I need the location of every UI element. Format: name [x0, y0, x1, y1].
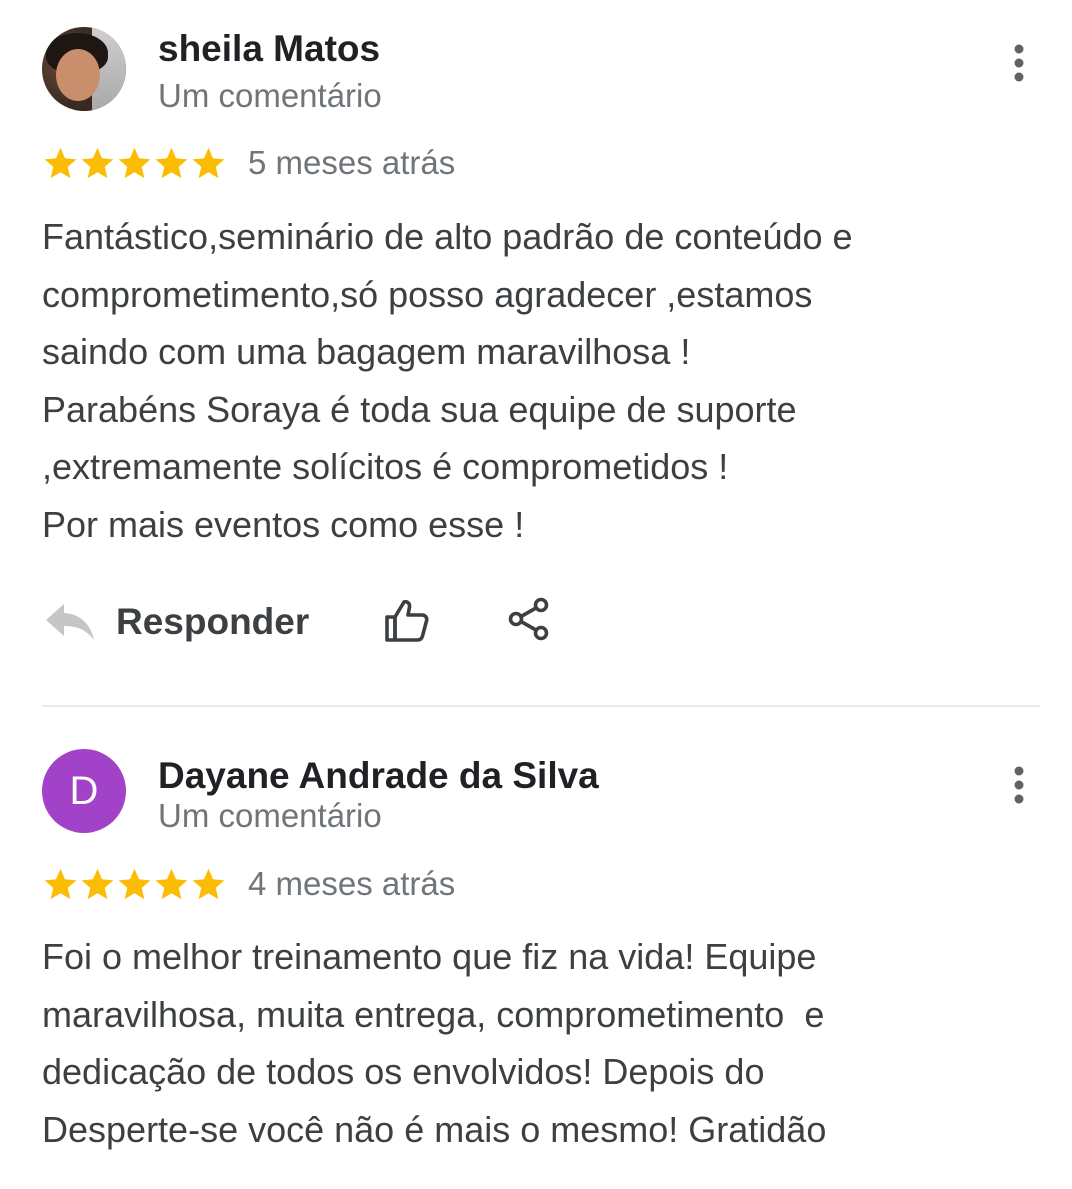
- avatar[interactable]: D: [42, 749, 126, 833]
- share-icon: [508, 597, 549, 641]
- review-text-line: Por mais eventos como esse !: [42, 503, 525, 545]
- reviewer-name[interactable]: sheila Matos: [158, 28, 380, 70]
- star-icon: [155, 147, 188, 178]
- review-time: 5 meses atrás: [248, 144, 456, 181]
- review-text-line: ,extremamente solícitos é comprometidos …: [42, 446, 729, 487]
- review-text-line: comprometimento,só posso agradecer ,esta…: [42, 273, 813, 315]
- avatar-face: [56, 49, 100, 101]
- star-icon: [118, 868, 151, 899]
- review-text-line: saindo com uma bagagem maravilhosa !: [42, 331, 691, 372]
- reply-icon: [46, 604, 94, 640]
- star-rating: [42, 866, 227, 903]
- review-actions: Responder: [42, 592, 602, 652]
- review-text: Foi o melhor treinamento que fiz na vida…: [42, 928, 1042, 1158]
- review-card: D Dayane Andrade da Silva Um comentário …: [0, 707, 1072, 1189]
- reply-button[interactable]: Responder: [42, 592, 309, 652]
- review-text: Fantástico,seminário de alto padrão de c…: [42, 208, 1042, 553]
- reviewer-name[interactable]: Dayane Andrade da Silva: [158, 755, 599, 797]
- reviewer-subtitle: Um comentário: [158, 797, 382, 834]
- review-text-line: maravilhosa, muita entrega, comprometime…: [42, 993, 825, 1035]
- like-button[interactable]: [382, 596, 432, 646]
- share-button[interactable]: [504, 594, 554, 644]
- review-text-line: Foi o melhor treinamento que fiz na vida…: [42, 936, 817, 977]
- review-text-line: Fantástico,seminário de alto padrão de c…: [42, 216, 853, 257]
- star-icon: [155, 868, 188, 899]
- star-icon: [192, 147, 225, 178]
- review-card: sheila Matos Um comentário 5 meses atrás…: [0, 0, 1072, 707]
- review-text-line: dedicação de todos os envolvidos! Depois…: [42, 1051, 765, 1092]
- rating-row: 5 meses atrás: [42, 143, 455, 183]
- reply-label: Responder: [116, 601, 310, 642]
- star-rating: [42, 145, 227, 182]
- review-time: 4 meses atrás: [248, 865, 456, 902]
- star-icon: [44, 868, 77, 899]
- more-options-button[interactable]: [1000, 760, 1038, 810]
- more-vert-icon: [1014, 44, 1024, 82]
- star-icon: [81, 147, 114, 178]
- review-text-line: Desperte-se você não é mais o mesmo! Gra…: [42, 1108, 827, 1150]
- star-icon: [118, 147, 151, 178]
- star-icon: [81, 868, 114, 899]
- avatar[interactable]: [42, 27, 126, 111]
- more-vert-icon: [1014, 766, 1024, 804]
- star-icon: [44, 147, 77, 178]
- review-text-line: Parabéns Soraya é toda sua equipe de sup…: [42, 388, 797, 430]
- reviewer-subtitle: Um comentário: [158, 77, 382, 114]
- rating-row: 4 meses atrás: [42, 864, 455, 904]
- more-options-button[interactable]: [1000, 38, 1038, 88]
- thumbs-up-icon: [385, 599, 429, 642]
- star-icon: [192, 868, 225, 899]
